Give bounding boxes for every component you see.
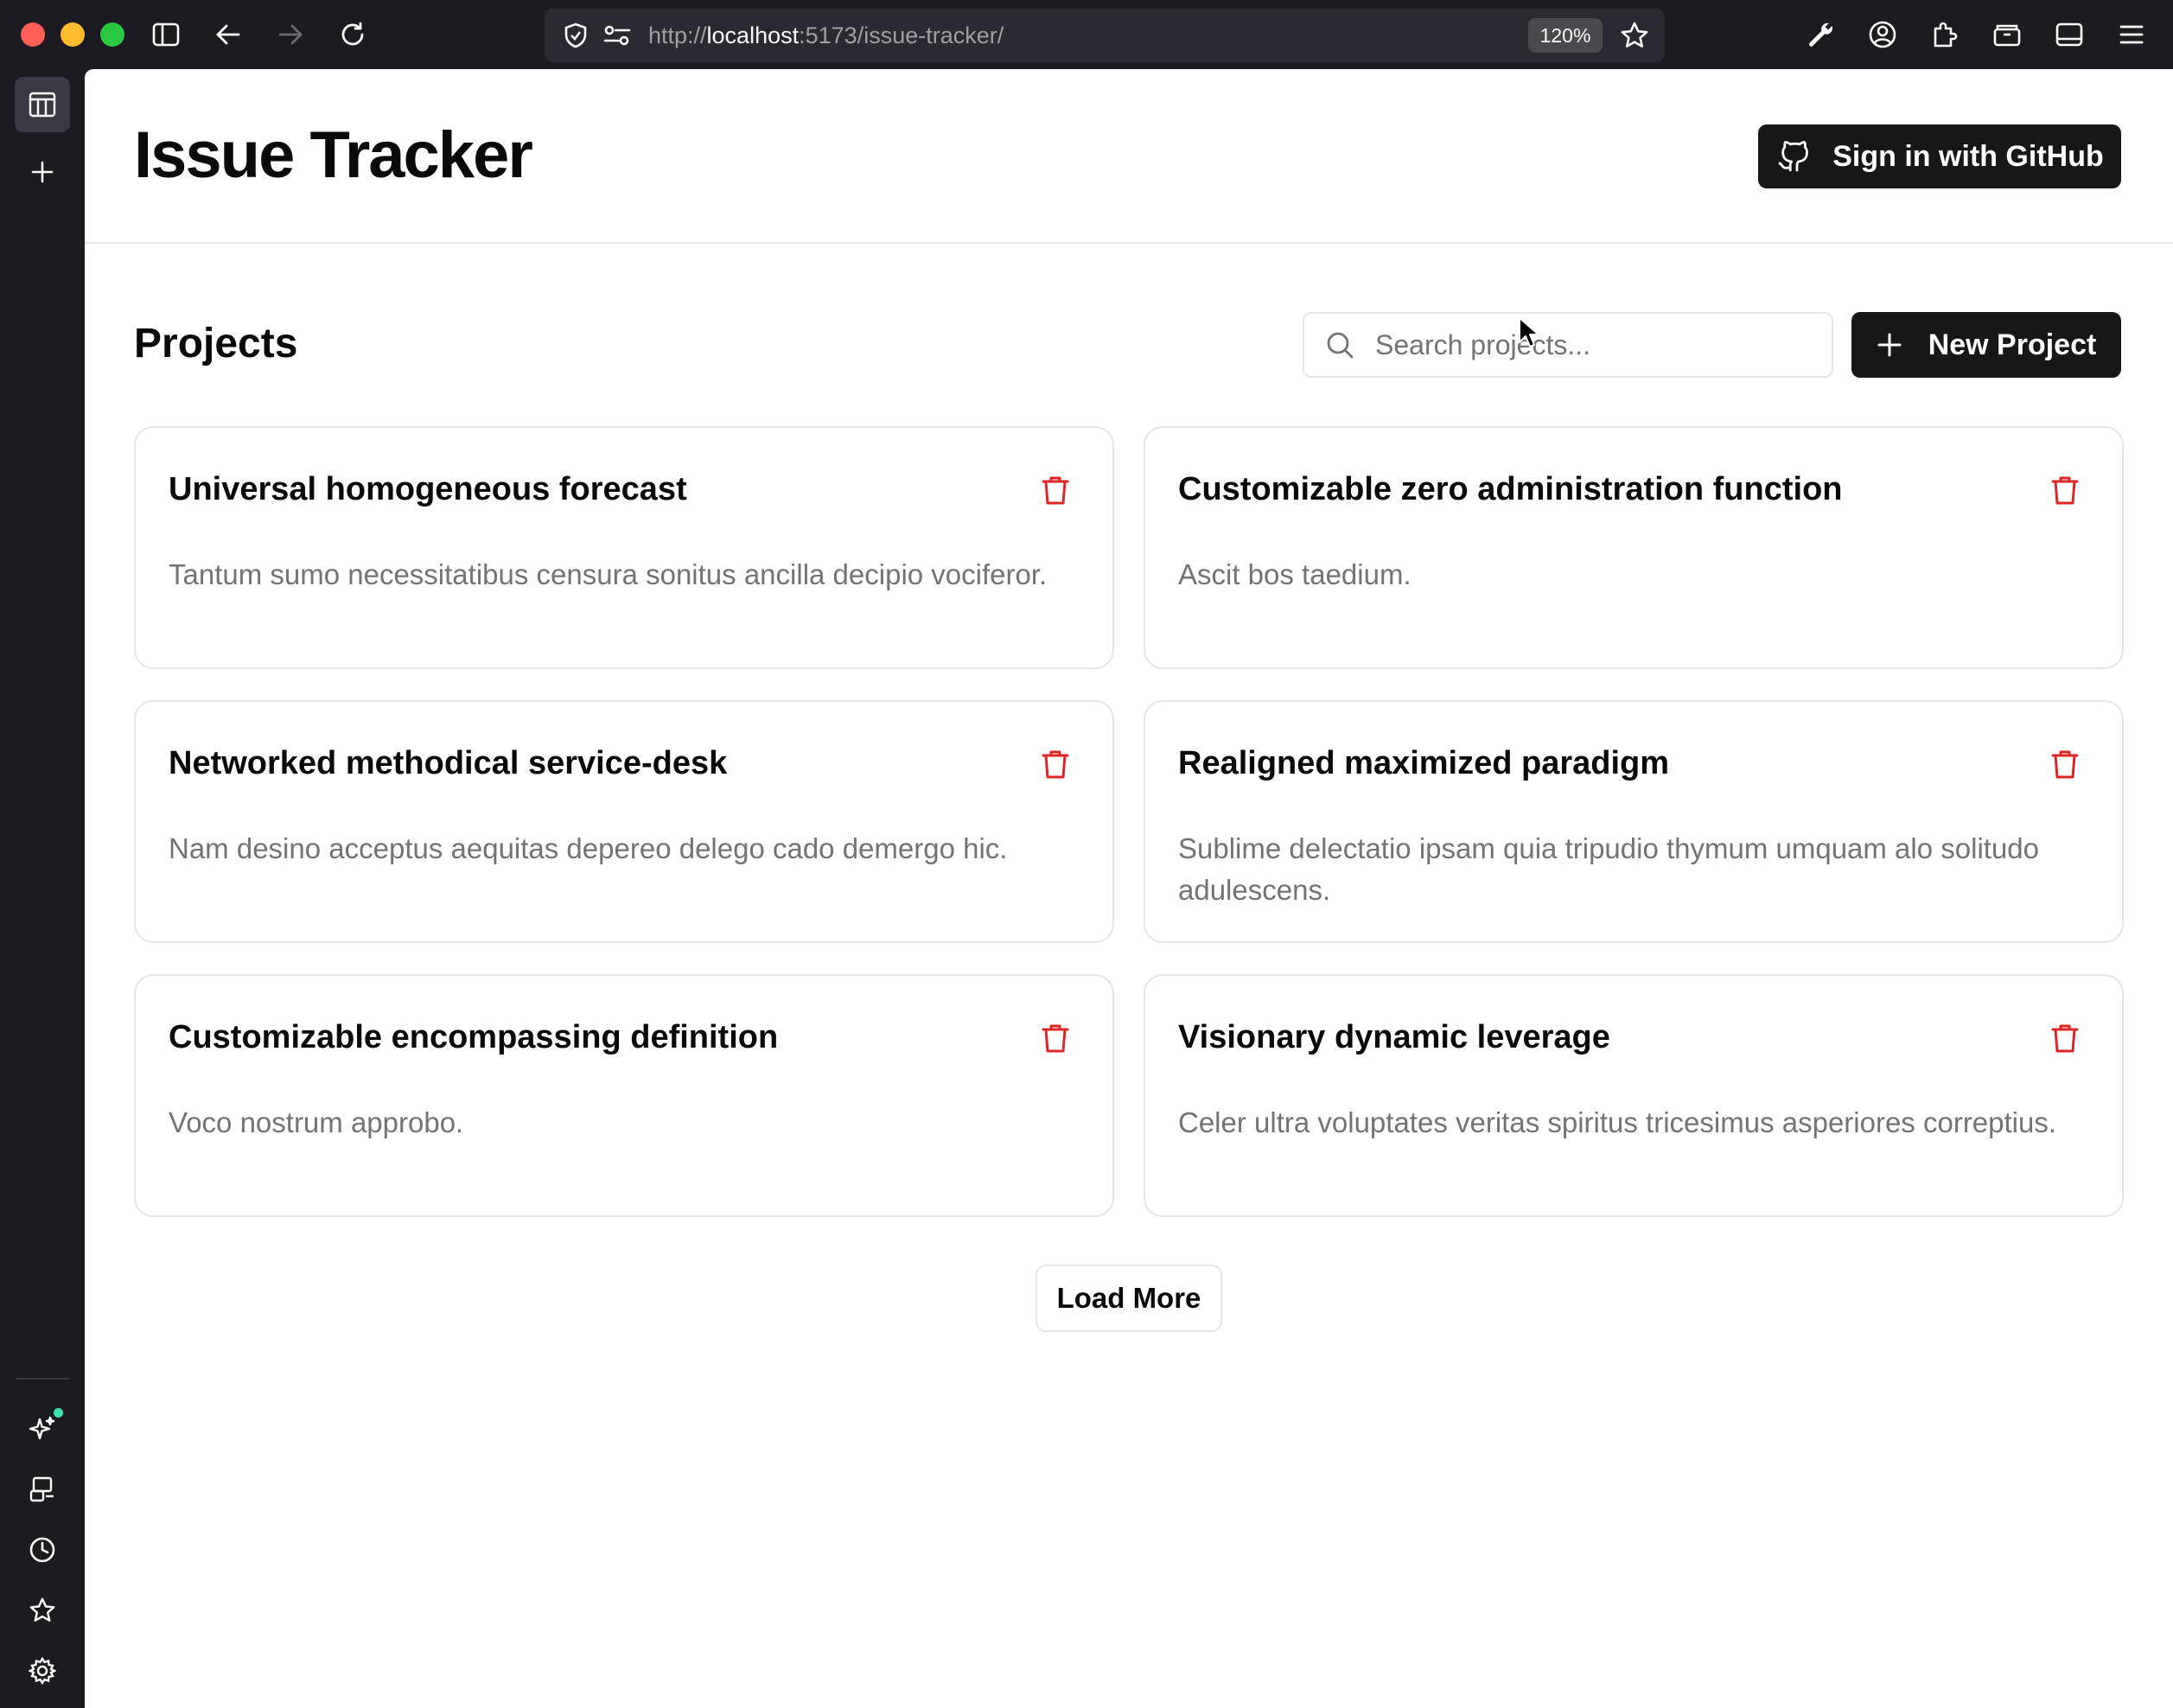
project-description: Ascit bos taedium. [1178,558,1411,590]
search-box[interactable] [1303,312,1833,378]
zoom-level-badge[interactable]: 120% [1528,18,1603,53]
settings-gear-icon[interactable] [15,1643,70,1698]
plus-icon [1877,332,1902,358]
tab-favicon-icon[interactable] [15,77,70,132]
project-title[interactable]: Customizable zero administration functio… [1178,471,1991,508]
ai-sparkle-icon[interactable] [15,1401,70,1456]
url-path: :5173/issue-tracker/ [799,22,1004,48]
sidebar-toggle-icon[interactable] [147,16,185,54]
extensions-icon[interactable] [1926,16,1964,54]
reload-icon[interactable] [334,16,372,54]
project-card[interactable]: Visionary dynamic leverage Celer ultra v… [1144,974,2124,1217]
project-card[interactable]: Customizable encompassing definition Voc… [134,974,1114,1217]
maximize-window-button[interactable] [100,22,124,47]
close-window-button[interactable] [21,22,45,47]
project-description: Sublime delectatio ipsam quia tripudio t… [1178,832,2040,906]
history-icon[interactable] [15,1522,70,1577]
wrench-icon[interactable] [1801,16,1839,54]
trash-icon[interactable] [1036,1019,1074,1057]
page-content: Issue Tracker Sign in with GitHub Projec… [85,69,2173,1708]
projects-heading: Projects [134,321,298,366]
trash-icon[interactable] [1036,745,1074,783]
project-card[interactable]: Universal homogeneous forecast Tantum su… [134,426,1114,669]
github-icon [1775,139,1810,174]
new-project-label: New Project [1928,328,2097,361]
project-title[interactable]: Customizable encompassing definition [169,1019,981,1056]
project-description: Nam desino acceptus aequitas depereo del… [169,832,1008,864]
sign-in-label: Sign in with GitHub [1832,139,2104,173]
project-title[interactable]: Universal homogeneous forecast [169,471,981,508]
search-icon [1325,330,1354,360]
account-icon[interactable] [1864,16,1902,54]
search-input[interactable] [1375,328,1825,361]
status-dot [54,1408,63,1418]
sidebar-divider [16,1378,69,1380]
project-grid: Universal homogeneous forecast Tantum su… [134,426,2124,1217]
app-title: Issue Tracker [134,118,533,192]
synced-tabs-icon[interactable] [15,1462,70,1517]
project-card[interactable]: Realigned maximized paradigm Sublime del… [1144,700,2124,943]
project-title[interactable]: Realigned maximized paradigm [1178,745,1991,782]
url-text[interactable]: http://localhost:5173/issue-tracker/ [648,9,1004,62]
trash-icon[interactable] [2046,745,2084,783]
new-project-button[interactable]: New Project [1851,312,2121,378]
load-more-button[interactable]: Load More [1036,1265,1222,1332]
url-host: localhost [706,22,800,48]
url-scheme: http:// [648,22,707,48]
sign-in-github-button[interactable]: Sign in with GitHub [1758,124,2121,188]
browser-sidebar [0,69,84,1708]
permissions-icon[interactable] [603,24,631,47]
back-icon[interactable] [209,16,247,54]
address-bar[interactable]: http://localhost:5173/issue-tracker/ 120… [545,9,1665,62]
trash-icon[interactable] [1036,471,1074,509]
sidebar-icon[interactable] [2050,16,2088,54]
project-card[interactable]: Customizable zero administration functio… [1144,426,2124,669]
trash-icon[interactable] [2046,471,2084,509]
mouse-cursor-icon [1518,316,1540,349]
trash-icon[interactable] [2046,1019,2084,1057]
container-icon[interactable] [1988,16,2026,54]
project-title[interactable]: Networked methodical service-desk [169,745,981,782]
project-description: Celer ultra voluptates veritas spiritus … [1178,1106,2057,1138]
project-description: Tantum sumo necessitatibus censura sonit… [169,558,1048,590]
project-title[interactable]: Visionary dynamic leverage [1178,1019,1991,1056]
new-tab-plus-icon[interactable] [15,144,70,200]
bookmarks-star-icon[interactable] [15,1583,70,1638]
menu-icon[interactable] [2112,16,2151,54]
project-description: Voco nostrum approbo. [169,1106,464,1138]
minimize-window-button[interactable] [61,22,85,47]
browser-toolbar: http://localhost:5173/issue-tracker/ 120… [0,0,2173,69]
app-header: Issue Tracker Sign in with GitHub [85,69,2173,244]
forward-icon[interactable] [271,16,309,54]
project-card[interactable]: Networked methodical service-desk Nam de… [134,700,1114,943]
star-icon[interactable] [1620,21,1649,50]
shield-icon[interactable] [564,22,588,48]
